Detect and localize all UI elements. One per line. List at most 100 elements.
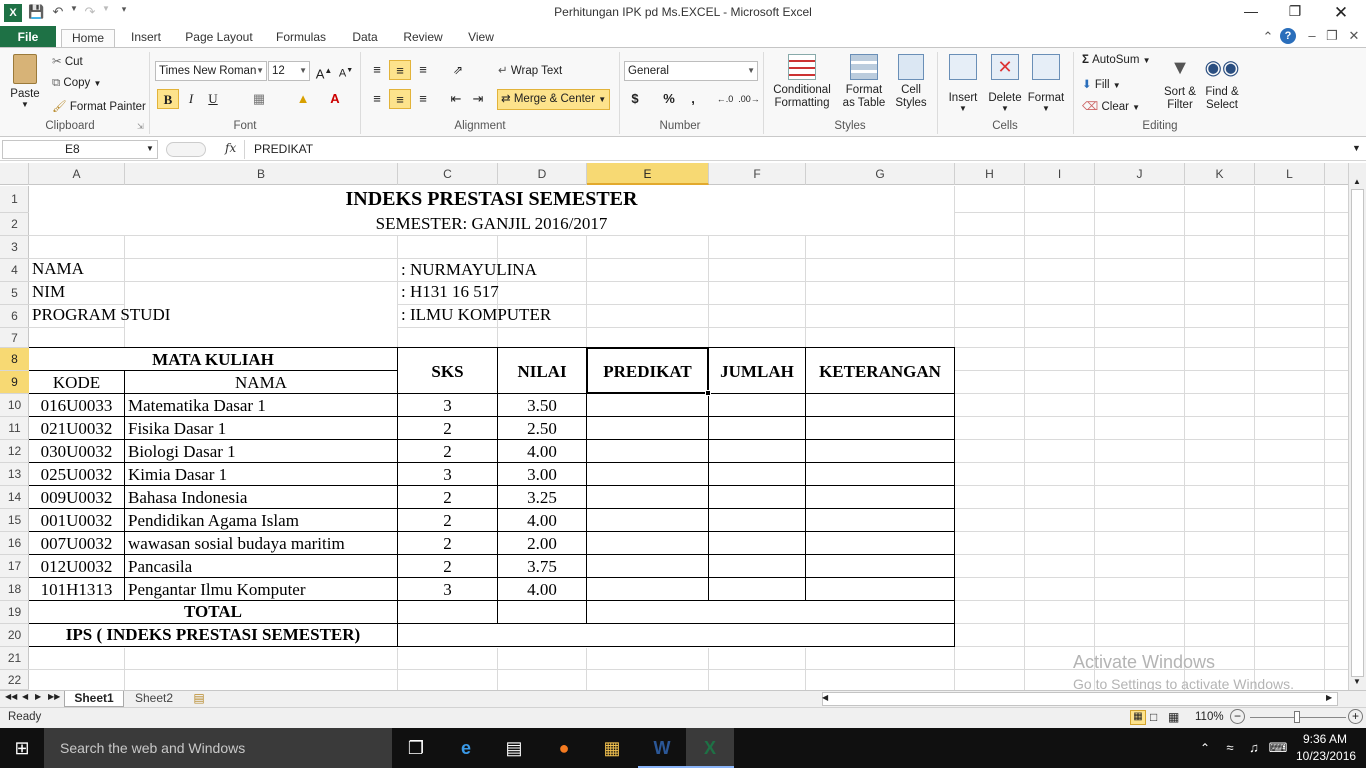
row-header[interactable]: 7 bbox=[0, 328, 29, 348]
expand-formula-icon[interactable]: ▼ bbox=[1352, 143, 1361, 153]
row-header[interactable]: 12 bbox=[0, 440, 29, 463]
workbook-close-icon[interactable]: ✕ bbox=[1346, 28, 1362, 46]
vertical-scrollbar[interactable]: ▲ ▼ bbox=[1348, 163, 1366, 690]
tab-review[interactable]: Review bbox=[396, 29, 450, 48]
store-icon[interactable]: ▤ bbox=[490, 728, 538, 768]
prev-sheet-icon[interactable]: ◀ bbox=[22, 692, 28, 701]
row-header[interactable]: 17 bbox=[0, 555, 29, 578]
row-header-active[interactable]: 8 bbox=[0, 348, 29, 371]
tab-insert[interactable]: Insert bbox=[122, 29, 170, 48]
insert-cells-button[interactable]: Insert ▼ bbox=[944, 54, 982, 113]
next-sheet-icon[interactable]: ▶ bbox=[35, 692, 41, 701]
zoom-out-icon[interactable]: − bbox=[1230, 709, 1245, 724]
fill-color-icon[interactable]: ▲ bbox=[292, 89, 314, 109]
column-header[interactable]: C bbox=[398, 163, 498, 185]
format-as-table-button[interactable]: Format as Table bbox=[838, 54, 890, 110]
keyboard-icon[interactable]: ⌨ bbox=[1266, 728, 1290, 768]
formula-bar-handle[interactable] bbox=[166, 142, 206, 157]
last-sheet-icon[interactable]: ▶▶ bbox=[48, 692, 60, 701]
decrease-indent-icon[interactable]: ⇤ bbox=[445, 89, 467, 109]
font-name-combo[interactable]: Times New Roman ▼ bbox=[155, 61, 267, 81]
comma-button[interactable]: , bbox=[682, 89, 704, 109]
clear-button[interactable]: ⌫ Clear ▼ bbox=[1082, 99, 1140, 113]
grow-font-button[interactable]: A▲ bbox=[313, 61, 335, 81]
row-header[interactable]: 15 bbox=[0, 509, 29, 532]
row-header[interactable]: 20 bbox=[0, 624, 29, 647]
column-header[interactable]: K bbox=[1185, 163, 1255, 185]
zoom-thumb[interactable] bbox=[1294, 711, 1300, 723]
shrink-font-button[interactable]: A▼ bbox=[335, 61, 357, 81]
format-painter-button[interactable]: 🖌 Format Painter bbox=[52, 99, 146, 113]
row-header[interactable]: 18 bbox=[0, 578, 29, 601]
insert-function-icon[interactable]: fx bbox=[225, 141, 236, 155]
row-header[interactable]: 11 bbox=[0, 417, 29, 440]
wifi-icon[interactable]: ≈ bbox=[1218, 728, 1242, 768]
show-hidden-icons[interactable]: ⌃ bbox=[1190, 728, 1220, 768]
column-header[interactable]: D bbox=[498, 163, 587, 185]
column-header-active[interactable]: E bbox=[587, 163, 709, 185]
help-icon[interactable]: ? bbox=[1280, 28, 1296, 44]
increase-decimal-icon[interactable]: ←.0 bbox=[714, 89, 736, 109]
formula-input[interactable]: PREDIKAT bbox=[244, 140, 1350, 159]
tab-page-layout[interactable]: Page Layout bbox=[178, 29, 260, 48]
worksheet-grid[interactable]: INDEKS PRESTASI SEMESTER SEMESTER: GANJI… bbox=[29, 186, 1348, 690]
sort-filter-button[interactable]: ▼ Sort & Filter bbox=[1160, 54, 1200, 112]
column-header[interactable]: H bbox=[955, 163, 1025, 185]
scroll-down-icon[interactable]: ▼ bbox=[1353, 677, 1361, 686]
clock-date[interactable]: 10/23/2016 bbox=[1296, 749, 1356, 763]
fill-button[interactable]: ⬇ Fill ▼ bbox=[1082, 77, 1121, 91]
number-format-combo[interactable]: General ▼ bbox=[624, 61, 758, 81]
file-explorer-icon[interactable]: ▦ bbox=[588, 728, 636, 768]
excel-taskbar-icon[interactable]: X bbox=[686, 728, 734, 768]
workbook-minimize-icon[interactable]: – bbox=[1304, 28, 1320, 46]
windows-start-icon[interactable]: ⊞ bbox=[0, 728, 44, 768]
sheet-tab[interactable]: Sheet2 bbox=[126, 691, 182, 707]
underline-button[interactable]: U bbox=[202, 89, 224, 109]
tab-formulas[interactable]: Formulas bbox=[268, 29, 334, 48]
insert-sheet-icon[interactable]: ▤ bbox=[186, 691, 212, 707]
align-bottom-icon[interactable]: ≡ bbox=[412, 60, 434, 80]
volume-icon[interactable]: ♫ bbox=[1242, 728, 1266, 768]
row-header[interactable]: 10 bbox=[0, 394, 29, 417]
paste-button[interactable]: Paste ▼ bbox=[8, 54, 42, 109]
task-view-icon[interactable]: ❐ bbox=[392, 728, 440, 768]
row-header[interactable]: 19 bbox=[0, 601, 29, 624]
borders-icon[interactable]: ▦ bbox=[248, 89, 270, 109]
page-break-view-icon[interactable]: ▦ bbox=[1168, 710, 1179, 724]
restore-button[interactable]: ❐ bbox=[1280, 3, 1310, 23]
workbook-restore-icon[interactable]: ❐ bbox=[1324, 28, 1340, 46]
orientation-icon[interactable]: ⇗ bbox=[447, 60, 469, 80]
minimize-button[interactable]: — bbox=[1236, 3, 1266, 23]
row-header[interactable]: 4 bbox=[0, 259, 29, 282]
scroll-up-icon[interactable]: ▲ bbox=[1353, 177, 1361, 186]
align-top-icon[interactable]: ≡ bbox=[366, 60, 388, 80]
wrap-text-button[interactable]: ↵ Wrap Text bbox=[498, 63, 562, 77]
copy-button[interactable]: ⧉ Copy ▼ bbox=[52, 77, 101, 90]
row-header[interactable]: 5 bbox=[0, 282, 29, 305]
decrease-decimal-icon[interactable]: .00→ bbox=[738, 89, 760, 109]
close-button[interactable]: ✕ bbox=[1326, 3, 1356, 23]
column-header[interactable]: F bbox=[709, 163, 806, 185]
row-header[interactable]: 13 bbox=[0, 463, 29, 486]
sheet-tab-active[interactable]: Sheet1 bbox=[64, 691, 124, 707]
font-color-icon[interactable]: A bbox=[324, 89, 346, 109]
tab-file[interactable]: File bbox=[0, 26, 56, 48]
row-header[interactable]: 14 bbox=[0, 486, 29, 509]
scroll-thumb[interactable] bbox=[1351, 189, 1364, 677]
zoom-in-icon[interactable]: + bbox=[1348, 709, 1363, 724]
fill-handle[interactable] bbox=[705, 390, 711, 396]
percent-button[interactable]: % bbox=[658, 89, 680, 109]
row-header[interactable]: 3 bbox=[0, 236, 29, 259]
taskbar-search[interactable]: Search the web and Windows bbox=[44, 728, 392, 768]
word-icon[interactable]: W bbox=[638, 728, 686, 768]
scroll-right-icon[interactable]: ▶ bbox=[1326, 693, 1332, 702]
autosum-button[interactable]: Σ AutoSum ▼ bbox=[1082, 54, 1151, 66]
increase-indent-icon[interactable]: ⇥ bbox=[467, 89, 489, 109]
row-header[interactable]: 6 bbox=[0, 305, 29, 328]
delete-cells-button[interactable]: ✕ Delete ▼ bbox=[986, 54, 1024, 113]
find-select-button[interactable]: ◉◉ Find & Select bbox=[1202, 54, 1242, 112]
format-cells-button[interactable]: Format ▼ bbox=[1026, 54, 1066, 113]
clipboard-launcher-icon[interactable]: ⇲ bbox=[137, 122, 144, 131]
select-all-corner[interactable] bbox=[0, 163, 29, 185]
currency-button[interactable]: $ bbox=[624, 89, 646, 109]
